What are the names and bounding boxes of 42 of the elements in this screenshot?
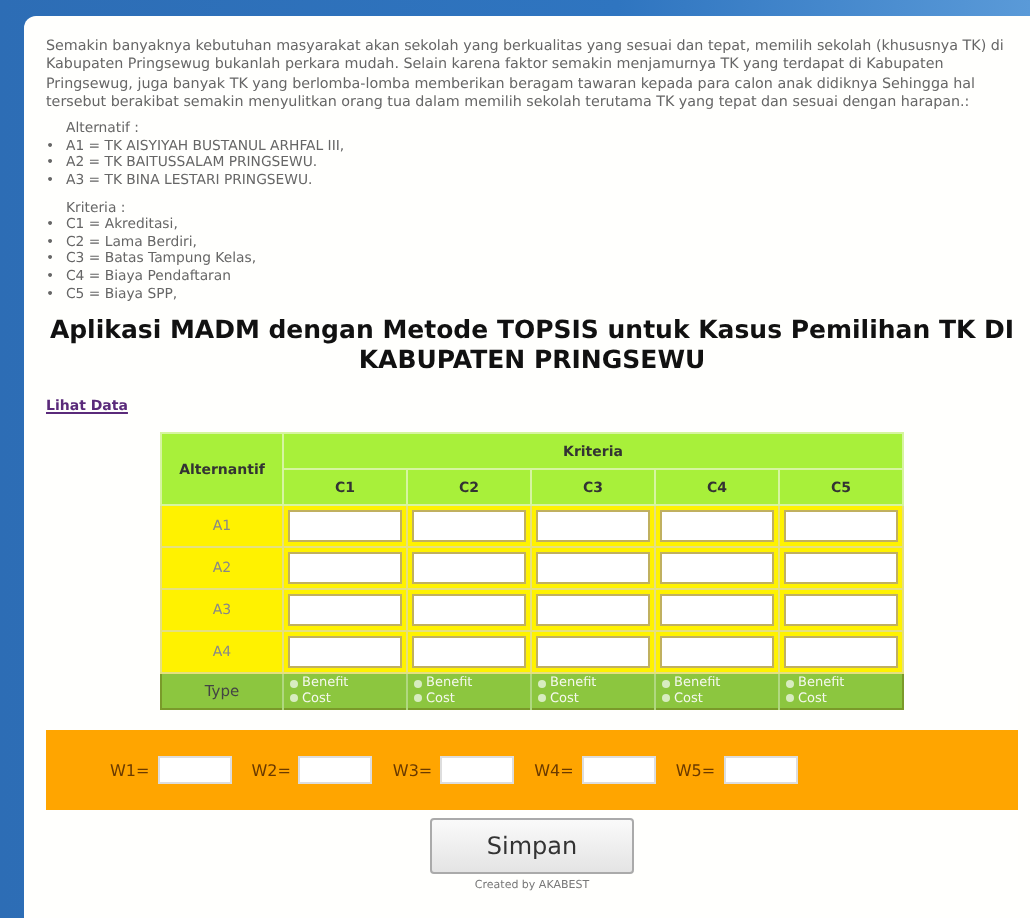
value-input[interactable] — [784, 552, 898, 585]
weight-input[interactable] — [723, 756, 798, 785]
weight-label: W4= — [534, 761, 574, 780]
radio-button[interactable] — [538, 679, 546, 688]
weight-label: W2= — [251, 761, 291, 780]
weight-label: W5= — [675, 761, 716, 780]
value-input[interactable] — [536, 510, 650, 543]
value-input[interactable] — [412, 594, 526, 627]
weight-input[interactable] — [440, 756, 515, 785]
value-input[interactable] — [660, 594, 774, 627]
value-input[interactable] — [784, 594, 898, 627]
value-input[interactable] — [412, 510, 526, 543]
value-input[interactable] — [536, 636, 650, 669]
weight-input[interactable] — [581, 756, 656, 785]
radio-button[interactable] — [786, 694, 794, 703]
radio-button[interactable] — [662, 679, 670, 688]
value-input[interactable] — [288, 552, 402, 585]
value-input[interactable] — [536, 594, 650, 627]
weight-label: W3= — [392, 761, 433, 780]
value-input[interactable] — [784, 510, 898, 543]
weight-input[interactable] — [157, 756, 232, 785]
value-input[interactable] — [412, 552, 526, 585]
radio-button[interactable] — [786, 679, 794, 688]
value-input[interactable] — [536, 552, 650, 585]
value-input[interactable] — [660, 510, 774, 543]
radio-button[interactable] — [290, 694, 298, 703]
radio-button[interactable] — [414, 694, 422, 703]
radio-button[interactable] — [414, 679, 422, 688]
value-input[interactable] — [412, 636, 526, 669]
save-button[interactable]: Simpan — [430, 818, 634, 875]
weight-input[interactable] — [298, 756, 373, 785]
value-input[interactable] — [660, 552, 774, 585]
value-input[interactable] — [784, 636, 898, 669]
radio-button[interactable] — [662, 694, 670, 703]
page-title: Aplikasi MADM dengan Metode TOPSIS untuk Kasus Pemilihan TK DI KABUPATEN PRINGSEWU — [47, 314, 1017, 375]
value-input[interactable] — [660, 636, 774, 669]
radio-button[interactable] — [538, 694, 546, 703]
weight-label: W1= — [110, 761, 150, 780]
radio-button[interactable] — [290, 679, 298, 688]
value-input[interactable] — [288, 636, 402, 669]
value-input[interactable] — [288, 594, 402, 627]
value-input[interactable] — [288, 510, 402, 543]
